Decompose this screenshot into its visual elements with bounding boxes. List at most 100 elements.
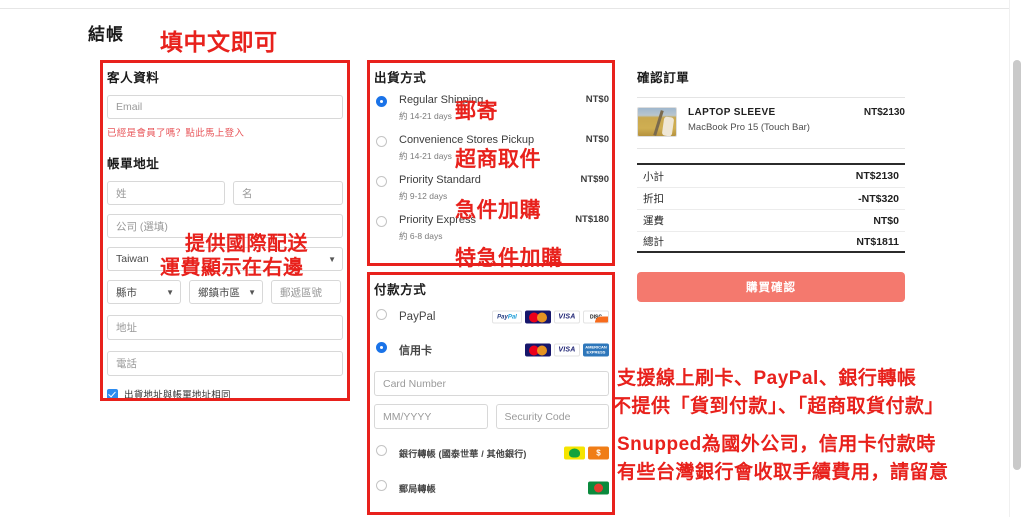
product-thumbnail (637, 107, 677, 137)
post-office-logo (588, 481, 609, 495)
annotation-note-line2: 有些台灣銀行會收取手續費用，請留意 (617, 462, 949, 483)
payment-option-bank-transfer[interactable]: 銀行轉帳 (國泰世華 / 其他銀行) $ (374, 443, 609, 463)
radio-icon[interactable] (376, 216, 387, 227)
first-name-placeholder: 姓 (116, 187, 127, 200)
annotation-payment-line2: 不提供「貨到付款」、「超商取貨付款」 (612, 396, 945, 417)
order-item-subtitle: MacBook Pro 15 (Touch Bar) (688, 122, 810, 133)
paypal-pay-text: Pay (497, 314, 508, 320)
chevron-down-icon: ▼ (328, 254, 336, 264)
same-address-label: 出貨地址與帳單地址相同 (124, 390, 231, 401)
radio-icon[interactable] (376, 136, 387, 147)
radio-icon[interactable] (376, 309, 387, 320)
credit-card-label: 信用卡 (399, 345, 432, 357)
shipping-option-price: NT$0 (585, 134, 609, 145)
zip-placeholder: 郵遞區號 (280, 286, 322, 299)
card-number-placeholder: Card Number (383, 377, 447, 390)
order-heading: 確認訂單 (637, 71, 690, 85)
totals-row-subtotal: 小計 NT$2130 (637, 165, 905, 187)
page-scrollbar[interactable] (1009, 0, 1024, 517)
annotation-mail: 郵寄 (455, 100, 498, 123)
card-number-field[interactable]: Card Number (374, 371, 609, 396)
totals-row-shipping: 運費 NT$0 (637, 209, 905, 231)
credit-card-logo-group: VISA AMERICAN EXPRESS (525, 343, 609, 357)
last-name-field[interactable]: 名 (233, 181, 343, 205)
annotation-express: 特急件加購 (455, 247, 563, 270)
annotation-cvs-pickup: 超商取件 (455, 148, 541, 171)
paypal-label: PayPal (399, 311, 436, 323)
discount-label: 折扣 (643, 193, 664, 205)
top-divider (0, 8, 1013, 9)
order-bottom-divider (637, 148, 905, 149)
radio-icon[interactable] (376, 176, 387, 187)
shipping-option-name: Priority Standard (399, 174, 481, 186)
order-item: LAPTOP SLEEVE MacBook Pro 15 (Touch Bar)… (637, 98, 905, 148)
bank-transfer-label: 銀行轉帳 (國泰世華 / 其他銀行) (399, 448, 527, 459)
annotation-priority: 急件加購 (455, 199, 541, 222)
order-item-price: NT$2130 (863, 107, 905, 118)
mastercard-logo (525, 310, 551, 324)
order-summary-section: 確認訂單 LAPTOP SLEEVE MacBook Pro 15 (Touch… (637, 67, 905, 302)
payment-option-paypal[interactable]: PayPal Pay Pal VISA DISC (374, 307, 609, 327)
same-address-checkbox[interactable] (107, 388, 118, 400)
shipping-option-price: NT$180 (575, 214, 609, 225)
email-field[interactable]: Email (107, 95, 343, 119)
mastercard-logo (525, 343, 551, 357)
first-name-field[interactable]: 姓 (107, 181, 225, 205)
district-select[interactable]: 鄉鎮市區 ▼ (189, 280, 263, 304)
chevron-down-icon: ▼ (248, 287, 256, 297)
subtotal-value: NT$2130 (855, 170, 899, 182)
card-cvc-field[interactable]: Security Code (495, 404, 609, 429)
zip-field[interactable]: 郵遞區號 (271, 280, 341, 304)
payment-option-credit-card[interactable]: 信用卡 VISA AMERICAN EXPRESS (374, 340, 609, 360)
phone-placeholder: 電話 (116, 358, 137, 370)
radio-icon[interactable] (376, 96, 387, 107)
shipping-option-price: NT$90 (580, 174, 609, 185)
district-value: 鄉鎮市區 (198, 286, 240, 299)
order-item-title: LAPTOP SLEEVE (688, 107, 776, 118)
subtotal-label: 小計 (643, 170, 664, 183)
payment-option-post-transfer[interactable]: 郵局轉帳 (374, 478, 609, 498)
paypal-logo: Pay Pal (492, 310, 522, 324)
totals-row-discount: 折扣 -NT$320 (637, 187, 905, 209)
visa-logo: VISA (554, 343, 580, 357)
annotation-fee-right: 運費顯示在右邊 (160, 257, 304, 279)
radio-icon[interactable] (376, 480, 387, 491)
annotation-note-line1: Snupped為國外公司，信用卡付款時 (617, 434, 936, 455)
card-expiry-placeholder: MM/YYYY (383, 410, 432, 423)
totals-row-grand: 總計 NT$1811 (637, 231, 905, 253)
credit-card-fields: Card Number MM/YYYY Security Code (374, 371, 609, 429)
shipping-fee-value: NT$0 (873, 214, 899, 227)
login-link[interactable]: 已經是會員了嗎？點此馬上登入 (107, 125, 343, 139)
radio-icon[interactable] (376, 445, 387, 456)
post-logo-group (588, 481, 609, 495)
other-bank-logo: $ (588, 446, 609, 460)
radio-icon[interactable] (376, 342, 387, 353)
city-select[interactable]: 縣市 ▼ (107, 280, 181, 304)
payment-method-section: 付款方式 PayPal Pay Pal VISA DISC 信用卡 VISA AM… (374, 279, 609, 498)
billing-address-heading: 帳單地址 (107, 157, 160, 171)
order-item-info: LAPTOP SLEEVE MacBook Pro 15 (Touch Bar) (688, 107, 864, 133)
chevron-down-icon: ▼ (166, 287, 174, 297)
same-address-checkbox-row[interactable]: 出貨地址與帳單地址相同 (107, 387, 343, 401)
confirm-purchase-button[interactable]: 購買確認 (637, 272, 905, 302)
guest-info-heading: 客人資料 (107, 71, 160, 85)
address-placeholder: 地址 (116, 322, 137, 334)
country-value: Taiwan (116, 253, 149, 265)
amex-logo: AMERICAN EXPRESS (583, 343, 609, 357)
card-expiry-field[interactable]: MM/YYYY (374, 404, 488, 429)
annotation-payment-line1: 支援線上刷卡、PayPal、銀行轉帳 (617, 368, 917, 389)
visa-logo: VISA (554, 310, 580, 324)
cathay-bank-logo (564, 446, 585, 460)
scrollbar-thumb[interactable] (1013, 60, 1021, 470)
grand-total-value: NT$1811 (856, 235, 899, 248)
shipping-option-name: Regular Shipping (399, 94, 484, 106)
shipping-fee-label: 運費 (643, 215, 664, 227)
grand-total-label: 總計 (643, 236, 664, 248)
bank-logo-group: $ (564, 446, 609, 460)
shipping-option-price: NT$0 (585, 94, 609, 105)
address-field[interactable]: 地址 (107, 315, 343, 340)
page-title: 結帳 (88, 25, 124, 44)
order-totals: 小計 NT$2130 折扣 -NT$320 運費 NT$0 總計 NT$1811 (637, 163, 905, 253)
annotation-fill-chinese: 填中文即可 (160, 29, 278, 55)
phone-field[interactable]: 電話 (107, 351, 343, 376)
